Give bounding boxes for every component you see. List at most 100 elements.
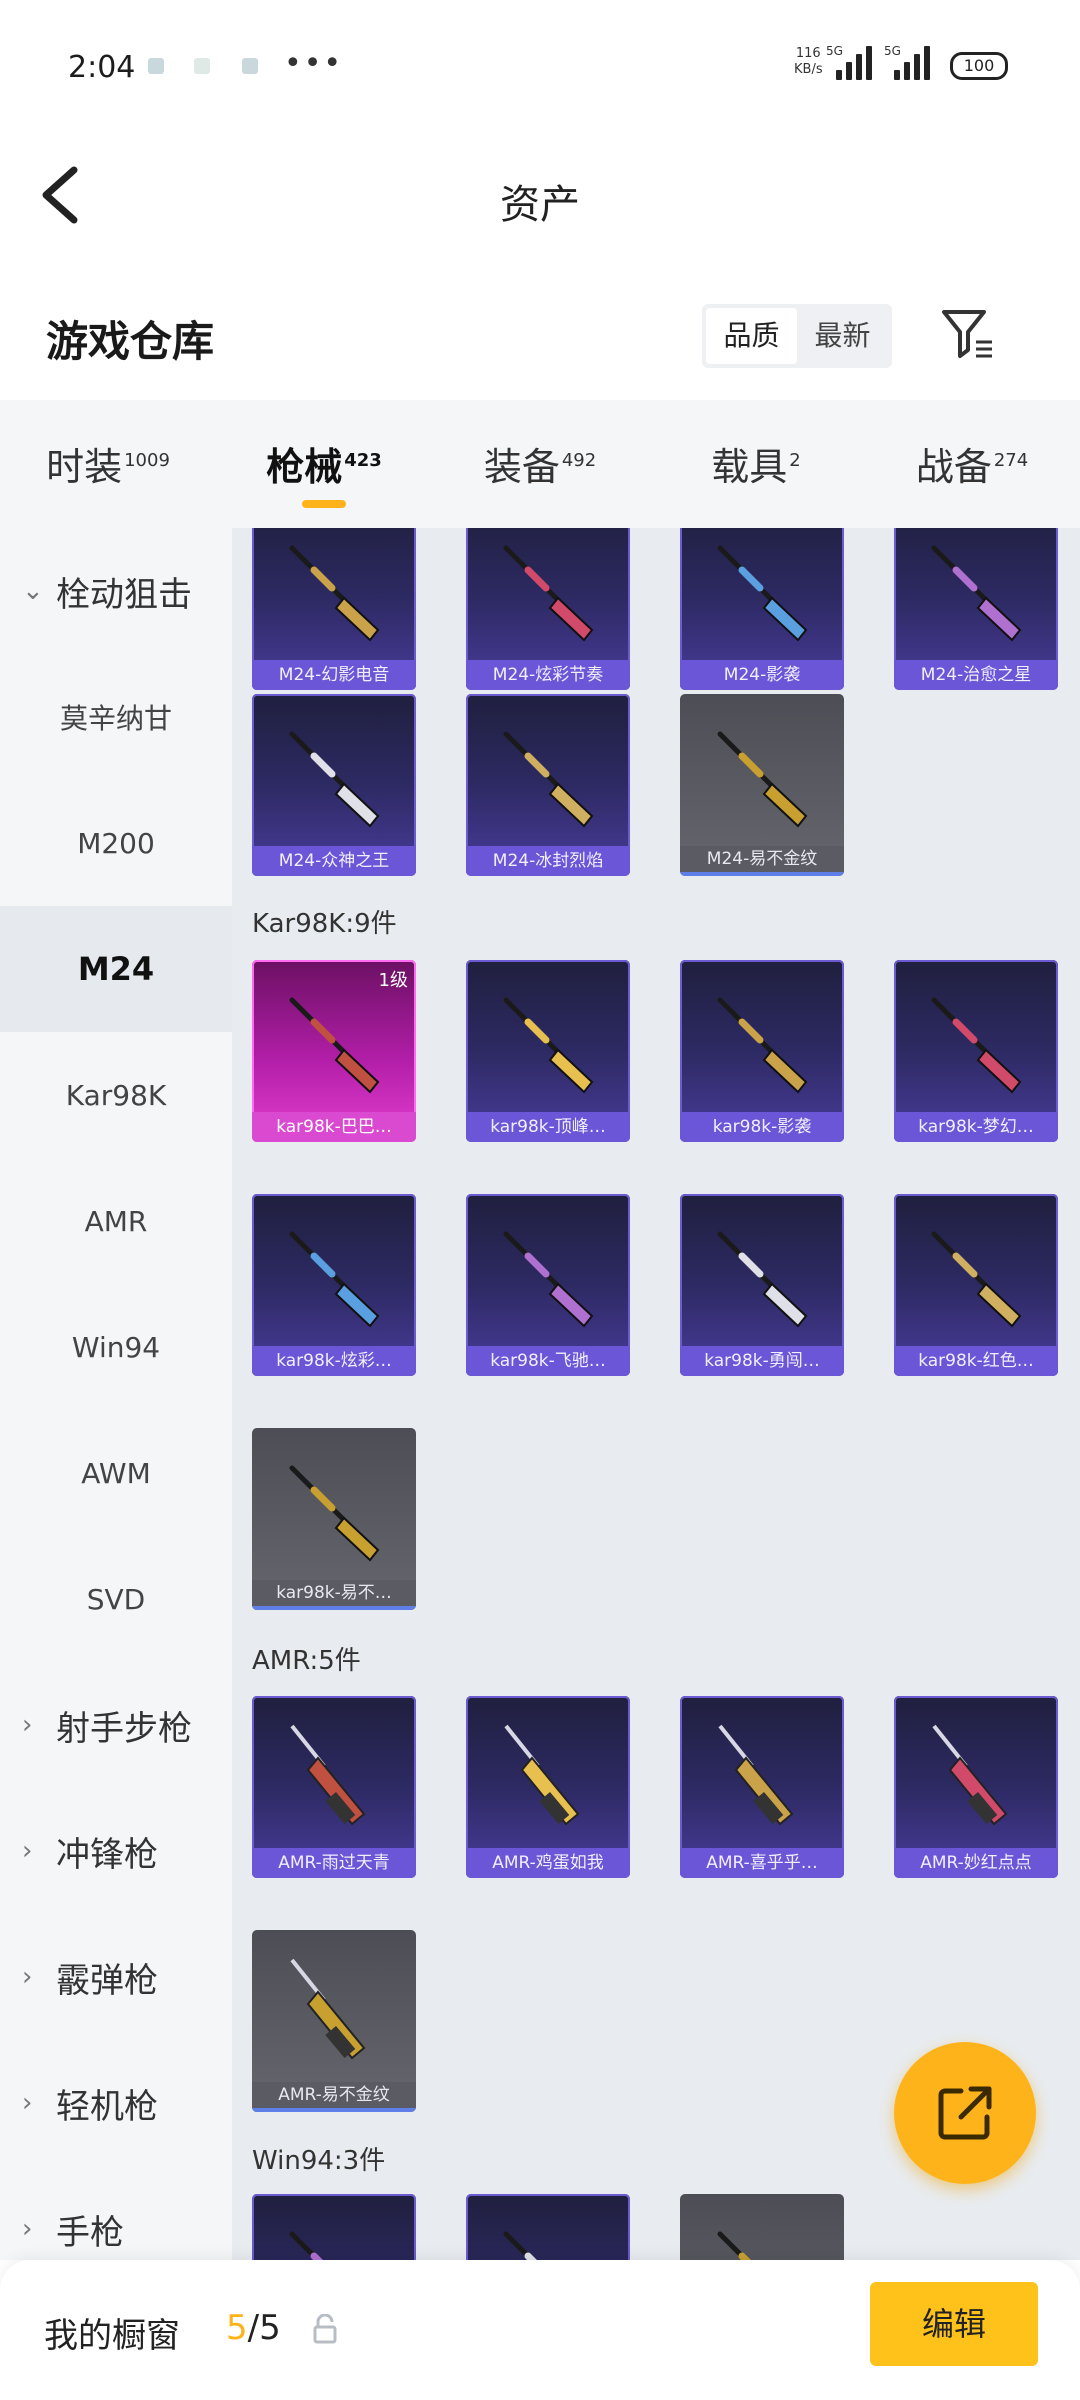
skin-name: AMR-妙红点点 — [894, 1848, 1058, 1878]
kar98k-skin-card[interactable]: kar98k-红色… — [894, 1194, 1058, 1376]
m24-skin-card[interactable]: M24-治愈之星 — [894, 528, 1058, 690]
sidebar-item-svd[interactable]: SVD — [0, 1536, 232, 1662]
tab-fashion[interactable]: 时装 1009 — [0, 400, 216, 528]
warehouse-title: 游戏仓库 — [46, 317, 215, 366]
sidebar-group-lmg[interactable]: › 轻机枪 — [0, 2040, 232, 2166]
skin-name: kar98k-勇闯… — [680, 1346, 844, 1376]
section-label-amr: AMR:5件 — [252, 1646, 361, 1676]
m24-skin-card[interactable]: M24-众神之王 — [252, 694, 416, 876]
skin-name: kar98k-飞驰… — [466, 1346, 630, 1376]
weapon-icon — [503, 997, 594, 1094]
app-screen: 2:04 ••• 116 KB/s 5G 5G 100 资产 游戏仓库 品质 最… — [0, 0, 1080, 2400]
sidebar-item-win94[interactable]: Win94 — [0, 1284, 232, 1410]
weapon-icon — [503, 2231, 537, 2260]
amr-skin-card[interactable]: AMR-鸡蛋如我 — [466, 1696, 630, 1878]
tab-equipment[interactable]: 装备 492 — [432, 400, 648, 528]
category-tabs: 时装 1009 枪械 423 装备 492 载具 2 战备 274 — [0, 400, 1080, 528]
page-title: 资产 — [500, 182, 580, 228]
weapon-icon — [503, 1231, 594, 1328]
sidebar-item-m24[interactable]: M24 — [0, 906, 232, 1032]
battery-icon: 100 — [950, 52, 1008, 80]
sort-quality-button[interactable]: 品质 — [706, 308, 797, 364]
kar98k-skin-card[interactable]: kar98k-勇闯… — [680, 1194, 844, 1376]
signal-icon — [836, 44, 872, 80]
win94-skin-card[interactable] — [680, 2194, 844, 2260]
showcase-label: 我的橱窗 — [44, 2316, 180, 2356]
tab-vehicles[interactable]: 载具 2 — [648, 400, 864, 528]
sort-newest-button[interactable]: 最新 — [797, 308, 888, 364]
weapon-icon — [289, 1465, 380, 1562]
win94-skin-card[interactable] — [252, 2194, 416, 2260]
weapon-icon — [717, 997, 808, 1094]
notification-icon — [194, 58, 210, 74]
amr-skin-card[interactable]: AMR-易不金纹 — [252, 1930, 416, 2112]
weapon-icon — [717, 1231, 808, 1328]
net-speed: 116 KB/s — [794, 46, 823, 77]
weapon-icon — [718, 1724, 794, 1826]
kar98k-skin-card[interactable]: kar98k-梦幻… — [894, 960, 1058, 1142]
chevron-right-icon: › — [22, 2214, 33, 2244]
m24-skin-card[interactable]: M24-炫彩节奏 — [466, 528, 630, 690]
m24-skin-card[interactable]: M24-影袭 — [680, 528, 844, 690]
chevron-right-icon: › — [22, 1962, 33, 1992]
sidebar-item-awm[interactable]: AWM — [0, 1410, 232, 1536]
m24-skin-card[interactable]: M24-易不金纹 — [680, 694, 844, 876]
skin-name: kar98k-红色… — [894, 1346, 1058, 1376]
m24-skin-card[interactable]: M24-冰封烈焰 — [466, 694, 630, 876]
weapon-icon — [932, 1724, 1008, 1826]
kar98k-skin-card[interactable]: kar98k-炫彩… — [252, 1194, 416, 1376]
weapon-icon — [717, 545, 808, 642]
sidebar-item-m200[interactable]: M200 — [0, 780, 232, 906]
status-time: 2:04 — [68, 50, 136, 85]
weapon-icon — [931, 1231, 1022, 1328]
amr-skin-card[interactable]: AMR-雨过天青 — [252, 1696, 416, 1878]
lock-icon — [313, 2314, 337, 2344]
skin-name: AMR-喜乎乎… — [680, 1848, 844, 1878]
kar98k-skin-card[interactable]: kar98k-顶峰… — [466, 960, 630, 1142]
skin-name: kar98k-易不… — [252, 1580, 416, 1610]
skin-name: AMR-鸡蛋如我 — [466, 1848, 630, 1878]
skin-name: AMR-易不金纹 — [252, 2082, 416, 2112]
notification-icon — [148, 58, 164, 74]
sidebar-group-smg[interactable]: › 冲锋枪 — [0, 1788, 232, 1914]
kar98k-skin-card[interactable]: kar98k-飞驰… — [466, 1194, 630, 1376]
section-label-win94: Win94:3件 — [252, 2146, 386, 2176]
weapon-icon — [503, 545, 594, 642]
kar98k-skin-card[interactable]: kar98k-易不… — [252, 1428, 416, 1610]
weapon-category-sidebar: ⌄ 栓动狙击 莫辛纳甘 M200 M24 Kar98K AMR Win94 AWM… — [0, 528, 232, 2260]
chevron-right-icon: › — [22, 1710, 33, 1740]
sidebar-group-shotgun[interactable]: › 霰弹枪 — [0, 1914, 232, 2040]
active-tab-indicator — [302, 500, 346, 508]
skin-name: M24-幻影电音 — [252, 660, 416, 690]
share-button[interactable] — [894, 2042, 1036, 2184]
tab-supplies[interactable]: 战备 274 — [864, 400, 1080, 528]
chevron-right-icon: › — [22, 2088, 33, 2118]
skin-name: kar98k-顶峰… — [466, 1112, 630, 1142]
skin-name: M24-治愈之星 — [894, 660, 1058, 690]
skin-name: kar98k-巴巴… — [252, 1112, 416, 1142]
sidebar-item-kar98k[interactable]: Kar98K — [0, 1032, 232, 1158]
weapon-icon — [290, 1958, 366, 2060]
win94-skin-card[interactable] — [466, 2194, 630, 2260]
filter-icon[interactable] — [940, 306, 996, 362]
more-notifications-icon: ••• — [284, 46, 344, 81]
skin-name: M24-易不金纹 — [680, 846, 844, 876]
amr-skin-card[interactable]: AMR-妙红点点 — [894, 1696, 1058, 1878]
tab-firearms[interactable]: 枪械 423 — [216, 400, 432, 528]
skin-name: kar98k-梦幻… — [894, 1112, 1058, 1142]
weapon-icon — [931, 545, 1022, 642]
sidebar-group-pistol[interactable]: › 手枪 — [0, 2166, 232, 2260]
edit-button[interactable]: 编辑 — [870, 2282, 1038, 2366]
chevron-down-icon: ⌄ — [22, 576, 44, 606]
sidebar-group-marksman[interactable]: › 射手步枪 — [0, 1662, 232, 1788]
weapon-icon — [289, 1231, 380, 1328]
kar98k-skin-card[interactable]: kar98k-影袭 — [680, 960, 844, 1142]
kar98k-skin-card[interactable]: kar98k-巴巴… 1级 — [252, 960, 416, 1142]
sidebar-item-amr[interactable]: AMR — [0, 1158, 232, 1284]
amr-skin-card[interactable]: AMR-喜乎乎… — [680, 1696, 844, 1878]
skin-name: M24-影袭 — [680, 660, 844, 690]
sidebar-item-mosin[interactable]: 莫辛纳甘 — [0, 654, 232, 780]
showcase-count: 5/5 — [226, 2308, 281, 2348]
m24-skin-card[interactable]: M24-幻影电音 — [252, 528, 416, 690]
sidebar-group-bolt-sniper[interactable]: ⌄ 栓动狙击 — [0, 528, 232, 654]
